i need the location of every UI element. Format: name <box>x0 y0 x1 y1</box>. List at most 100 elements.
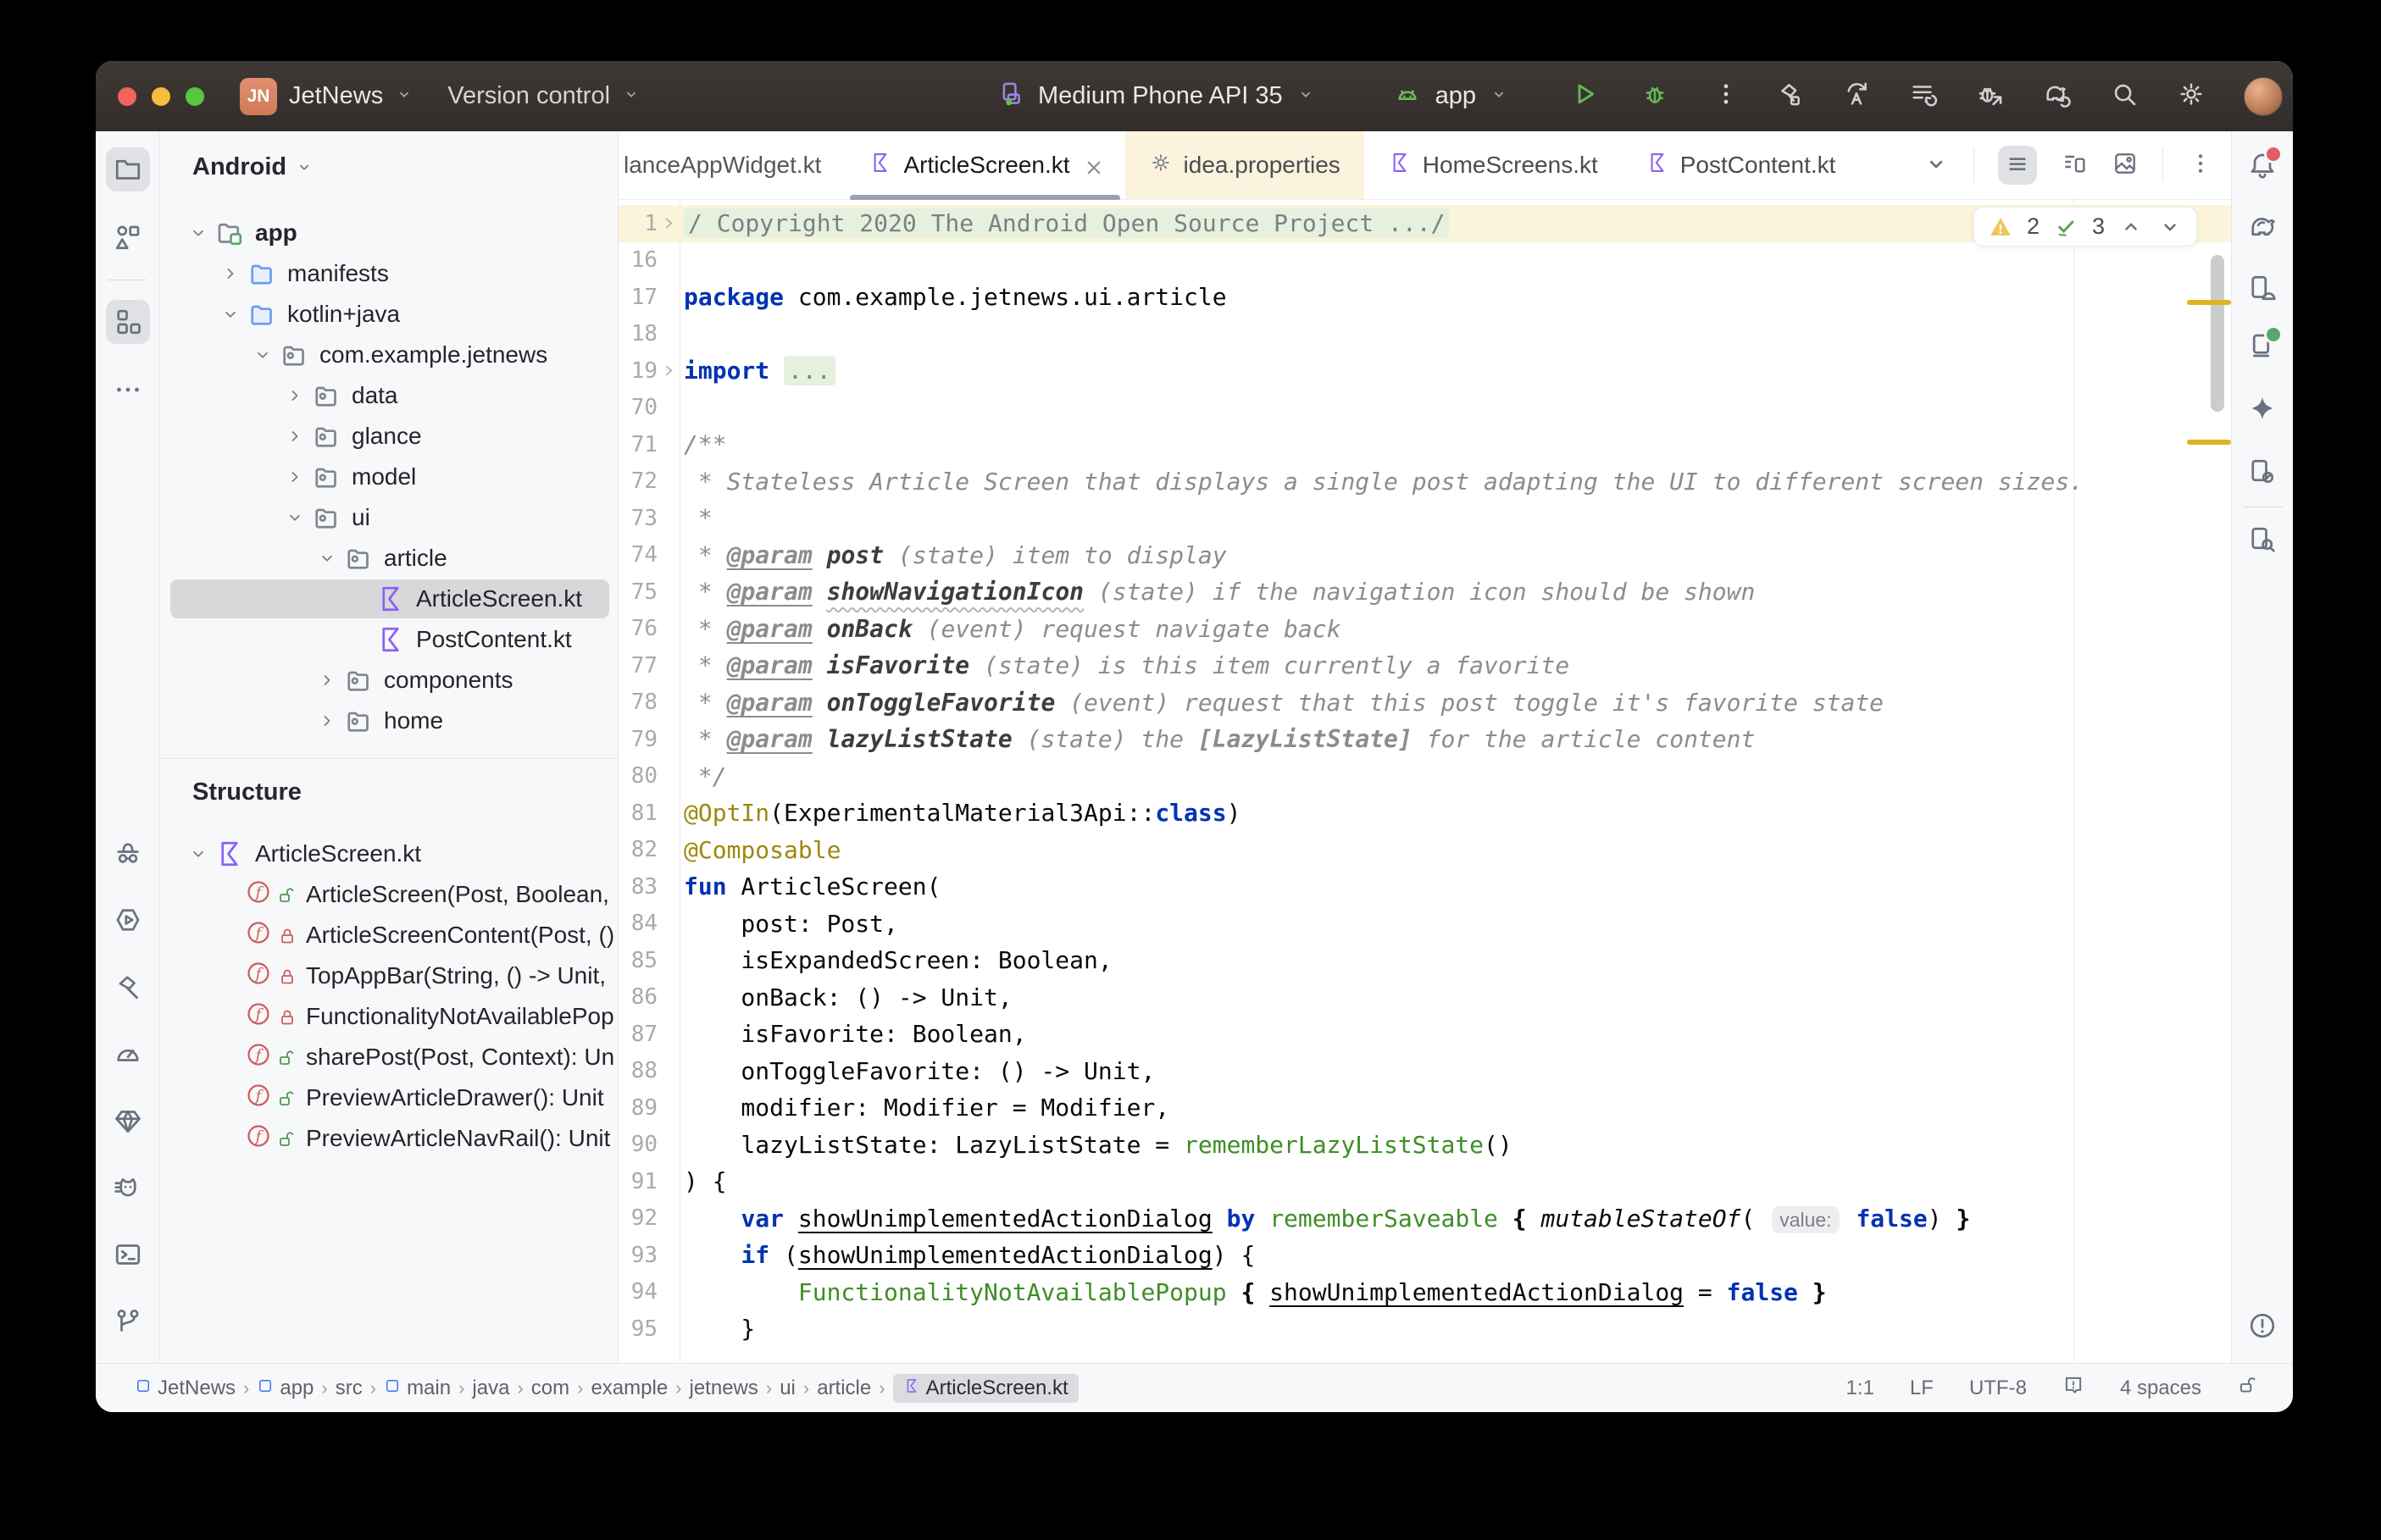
line-ending[interactable]: LF <box>1910 1377 1934 1400</box>
line-number[interactable]: 95 <box>619 1316 658 1342</box>
line-number[interactable]: 77 <box>619 653 658 679</box>
indent-style[interactable]: 4 spaces <box>2120 1377 2201 1400</box>
line-number[interactable]: 73 <box>619 506 658 531</box>
code-line-76[interactable]: 76 * @param onBack (event) request navig… <box>619 611 2231 648</box>
line-number[interactable]: 86 <box>619 984 658 1010</box>
breadcrumb-com[interactable]: com <box>531 1377 569 1400</box>
tree-item-model[interactable]: model <box>160 457 618 497</box>
line-number[interactable]: 1 <box>619 211 658 236</box>
more-actions-menu[interactable] <box>1712 80 1740 113</box>
tree-item-app[interactable]: app <box>160 213 618 253</box>
breadcrumb-java[interactable]: java <box>472 1377 509 1400</box>
search-icon[interactable] <box>2110 80 2139 113</box>
structure-item[interactable]: f PreviewArticleDrawer(): Unit <box>160 1077 618 1118</box>
settings-icon[interactable] <box>2177 80 2206 113</box>
terminal-icon[interactable] <box>106 1233 150 1277</box>
code-line-85[interactable]: 85 isExpandedScreen: Boolean, <box>619 942 2231 979</box>
line-number[interactable]: 75 <box>619 579 658 605</box>
chevron-right-icon[interactable] <box>311 665 343 695</box>
line-number[interactable]: 19 <box>619 358 658 384</box>
run-configurations-icon[interactable] <box>1909 80 1938 113</box>
code-line-71[interactable]: 71 /** <box>619 426 2231 463</box>
device-manager-icon[interactable] <box>2240 266 2284 310</box>
line-number[interactable]: 76 <box>619 616 658 641</box>
line-number[interactable]: 90 <box>619 1132 658 1157</box>
code-line-82[interactable]: 82 @Composable <box>619 832 2231 869</box>
debug-button[interactable] <box>1640 80 1669 113</box>
breadcrumb-articlescreen-kt[interactable]: ArticleScreen.kt <box>892 1373 1079 1403</box>
breadcrumb-app[interactable]: app <box>257 1377 314 1400</box>
inspections-widget[interactable]: 2 3 <box>1973 207 2197 247</box>
minimize-window-button[interactable] <box>152 87 170 106</box>
tab-articlescreen-kt[interactable]: ArticleScreen.kt <box>845 131 1124 202</box>
editor-options-menu[interactable] <box>2187 150 2214 181</box>
device-explorer-icon[interactable] <box>2240 518 2284 562</box>
file-encoding[interactable]: UTF-8 <box>1969 1377 2027 1400</box>
sync-project-icon[interactable] <box>1842 80 1871 113</box>
editor-list-view-button[interactable] <box>1998 146 2037 185</box>
line-number[interactable]: 87 <box>619 1022 658 1047</box>
code-line-90[interactable]: 90 lazyListState: LazyListState = rememb… <box>619 1127 2231 1164</box>
structure-item[interactable]: f sharePost(Post, Context): Un <box>160 1037 618 1077</box>
code-line-77[interactable]: 77 * @param isFavorite (state) is this i… <box>619 647 2231 684</box>
tab-postcontent-kt[interactable]: PostContent.kt <box>1622 131 1860 199</box>
tree-item-ui[interactable]: ui <box>160 497 618 538</box>
breadcrumb-jetnews[interactable]: JetNews <box>135 1377 236 1400</box>
code-line-72[interactable]: 72 * Stateless Article Screen that displ… <box>619 463 2231 501</box>
build-icon[interactable] <box>1775 80 1804 113</box>
chevron-right-icon[interactable] <box>214 258 247 289</box>
attach-debugger-icon[interactable] <box>1976 80 2005 113</box>
gemini-icon[interactable] <box>2240 386 2284 430</box>
line-number[interactable]: 82 <box>619 837 658 862</box>
line-number[interactable]: 72 <box>619 468 658 494</box>
structure-item[interactable]: f TopAppBar(String, () -> Unit, <box>160 956 618 996</box>
project-view-selector[interactable]: Android <box>160 131 618 202</box>
line-number[interactable]: 84 <box>619 911 658 936</box>
code-line-70[interactable]: 70 <box>619 390 2231 427</box>
code-line-73[interactable]: 73 * <box>619 500 2231 537</box>
device-selector[interactable]: Medium Phone API 35 <box>1038 82 1283 110</box>
line-number[interactable]: 94 <box>619 1279 658 1305</box>
chevron-down-icon[interactable] <box>214 299 247 330</box>
project-menu[interactable]: JetNews <box>289 82 383 110</box>
code-line-91[interactable]: 91) { <box>619 1163 2231 1200</box>
unlock-icon[interactable] <box>2237 1374 2259 1402</box>
line-number[interactable]: 17 <box>619 285 658 310</box>
close-icon[interactable] <box>1081 155 1102 175</box>
line-number[interactable]: 85 <box>619 948 658 973</box>
code-line-92[interactable]: 92 var showUnimplementedActionDialog by … <box>619 1200 2231 1238</box>
line-number[interactable]: 80 <box>619 763 658 789</box>
scrollbar-thumb[interactable] <box>2211 255 2224 412</box>
chevron-right-icon[interactable] <box>279 462 311 492</box>
code-line-84[interactable]: 84 post: Post, <box>619 906 2231 943</box>
code-line-78[interactable]: 78 * @param onToggleFavorite (event) req… <box>619 684 2231 722</box>
code-line-89[interactable]: 89 modifier: Modifier = Modifier, <box>619 1089 2231 1127</box>
code-line-88[interactable]: 88 onToggleFavorite: () -> Unit, <box>619 1053 2231 1090</box>
code-line-79[interactable]: 79 * @param lazyListState (state) the [L… <box>619 721 2231 758</box>
tree-item-components[interactable]: components <box>160 660 618 701</box>
chevron-down-icon[interactable] <box>279 502 311 533</box>
notifications-bell-icon[interactable] <box>2240 143 2284 187</box>
code-line-86[interactable]: 86 onBack: () -> Unit, <box>619 979 2231 1017</box>
event-log-icon[interactable] <box>2062 1374 2084 1402</box>
breadcrumb-ui[interactable]: ui <box>780 1377 796 1400</box>
code-line-83[interactable]: 83 fun ArticleScreen( <box>619 868 2231 906</box>
breadcrumb-jetnews[interactable]: jetnews <box>690 1377 758 1400</box>
code-line-95[interactable]: 95 } <box>619 1310 2231 1348</box>
tree-item-data[interactable]: data <box>160 375 618 416</box>
code-line-74[interactable]: 74 * @param post (state) item to display <box>619 537 2231 574</box>
close-window-button[interactable] <box>118 87 136 106</box>
device-mirroring-icon[interactable] <box>2240 450 2284 494</box>
version-control-icon[interactable] <box>106 1299 150 1343</box>
build-tool-icon[interactable] <box>106 965 150 1009</box>
logcat-icon[interactable] <box>106 1166 150 1210</box>
line-number[interactable]: 70 <box>619 395 658 420</box>
tree-item-articlescreen-kt[interactable]: ArticleScreen.kt <box>160 834 618 874</box>
code-line-18[interactable]: 18 <box>619 316 2231 353</box>
breadcrumb-main[interactable]: main <box>384 1377 451 1400</box>
gradle-icon[interactable] <box>2240 204 2284 248</box>
avatar[interactable] <box>2244 76 2283 116</box>
tab-lanceappwidget-kt[interactable]: lanceAppWidget.kt <box>619 131 845 199</box>
scrollbar-warning-mark[interactable] <box>2187 300 2231 305</box>
scrollbar-warning-mark[interactable] <box>2187 440 2231 445</box>
